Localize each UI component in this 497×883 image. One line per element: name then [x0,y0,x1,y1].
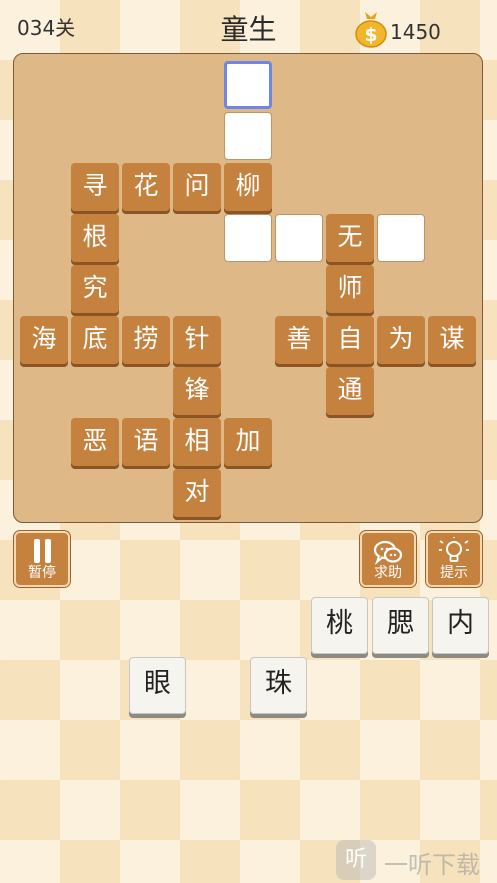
grid-cell-c24: 语 [122,418,170,466]
grid-cell-c12: 师 [326,265,374,313]
grid-cell-c11: 究 [71,265,119,313]
grid-cell-c17: 善 [275,316,323,364]
grid-cell-c27: 对 [173,469,221,517]
watermark-logo: 听 [336,840,376,880]
grid-cell-c16: 针 [173,316,221,364]
grid-cell-c15: 捞 [122,316,170,364]
watermark-text: 一听下载 [384,851,480,879]
grid-cell-c08[interactable] [275,214,323,262]
grid-cell-c26: 加 [224,418,272,466]
hint-button[interactable]: 提示 [426,531,482,587]
grid-cell-c18: 自 [326,316,374,364]
grid-cell-c21: 锋 [173,367,221,415]
grid-cell-c10[interactable] [377,214,425,262]
grid-cell-c02: 寻 [71,163,119,211]
watermark: 听 一听下载 [336,840,496,880]
grid-cell-c20: 谋 [428,316,476,364]
choice-tile[interactable]: 腮 [372,597,429,654]
choice-tile[interactable]: 珠 [250,657,307,714]
coin-count: 1450 [390,20,441,44]
choice-tile[interactable]: 桃 [311,597,368,654]
grid-cell-c14: 底 [71,316,119,364]
choice-tile[interactable]: 内 [432,597,489,654]
money-bag-icon: $ [355,12,387,48]
grid-cell-c23: 恶 [71,418,119,466]
svg-text:$: $ [364,24,377,46]
grid-cell-c09: 无 [326,214,374,262]
crossword-board: 寻 花 问 柳 根 无 究 师 海 底 捞 针 善 自 为 谋 锋 通 恶 语 … [13,53,483,523]
help-button[interactable]: 求助 [360,531,416,587]
top-bar: 034关 童生 $ 1450 [0,0,497,52]
grid-cell-c06: 根 [71,214,119,262]
grid-cell-c13: 海 [20,316,68,364]
help-label: 求助 [374,565,402,581]
grid-cell-c25: 相 [173,418,221,466]
grid-cell-c07[interactable] [224,214,272,262]
grid-cell-c00[interactable] [224,61,272,109]
grid-cell-c19: 为 [377,316,425,364]
choice-tile[interactable]: 眼 [129,657,186,714]
grid-cell-c04: 问 [173,163,221,211]
hint-label: 提示 [440,565,468,581]
grid-cell-c01[interactable] [224,112,272,160]
grid-cell-c22: 通 [326,367,374,415]
grid-cell-c05: 柳 [224,163,272,211]
grid-cell-c03: 花 [122,163,170,211]
pause-label: 暂停 [28,565,56,581]
pause-button[interactable]: 暂停 [14,531,70,587]
